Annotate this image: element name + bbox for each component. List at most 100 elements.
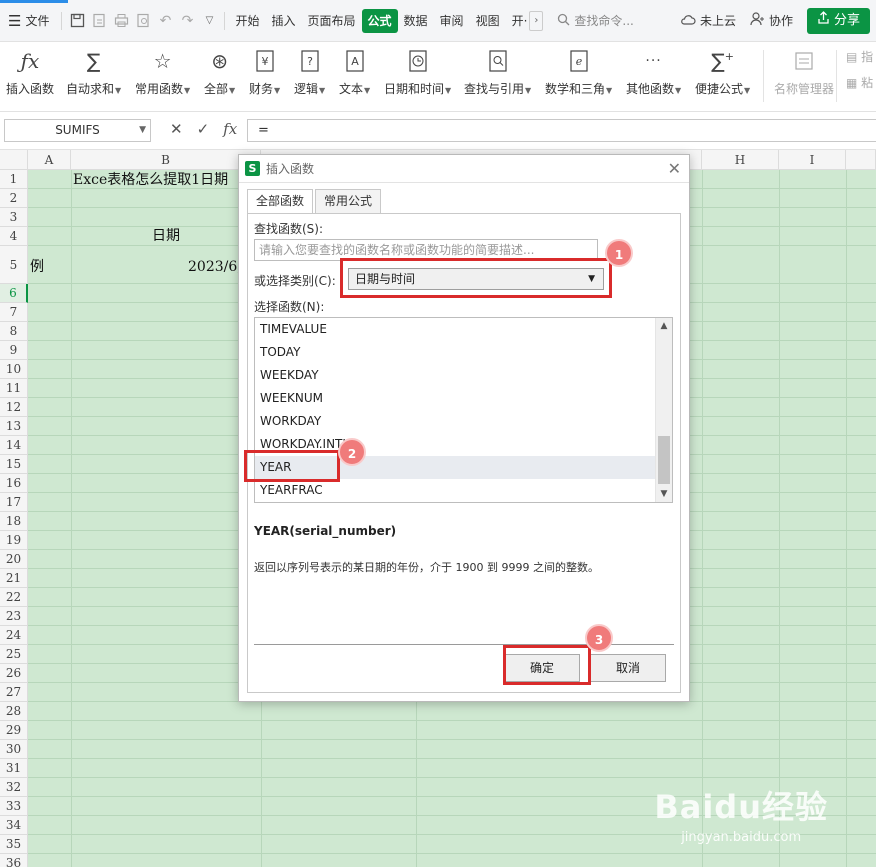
chevron-right-icon[interactable]: › xyxy=(529,10,544,31)
tab-home[interactable]: 开始 xyxy=(229,9,265,33)
list-item[interactable]: YEARFRAC xyxy=(255,479,655,502)
row-header-25[interactable]: 25 xyxy=(0,645,28,664)
print-preview-icon[interactable] xyxy=(132,10,154,32)
column-header-j-partial[interactable] xyxy=(846,150,876,170)
quick-formula-button[interactable]: ∑ + 便捷公式▼ xyxy=(695,46,750,106)
tab-review[interactable]: 审阅 xyxy=(434,9,470,33)
list-item[interactable]: TODAY xyxy=(255,341,655,364)
list-item[interactable]: WEEKNUM xyxy=(255,387,655,410)
row-header-27[interactable]: 27 xyxy=(0,683,28,702)
customize-quick-access-icon[interactable]: ▽ xyxy=(198,10,220,32)
formula-input[interactable]: = xyxy=(247,119,876,142)
cell-a5[interactable]: 例 xyxy=(30,256,44,278)
row-header-31[interactable]: 31 xyxy=(0,759,28,778)
chevron-down-icon[interactable]: ▼ xyxy=(656,486,672,502)
row-header-23[interactable]: 23 xyxy=(0,607,28,626)
cancel-formula-icon[interactable]: ✕ xyxy=(170,120,183,138)
row-header-29[interactable]: 29 xyxy=(0,721,28,740)
row-header-2[interactable]: 2 xyxy=(0,189,28,208)
column-header-i[interactable]: I xyxy=(779,150,846,170)
row-header-8[interactable]: 8 xyxy=(0,322,28,341)
row-header-1[interactable]: 1 xyxy=(0,170,28,189)
row-header-28[interactable]: 28 xyxy=(0,702,28,721)
row-header-5[interactable]: 5 xyxy=(0,246,28,284)
math-trig-button[interactable]: e 数学和三角▼ xyxy=(545,46,612,106)
row-header-32[interactable]: 32 xyxy=(0,778,28,797)
confirm-formula-icon[interactable]: ✓ xyxy=(197,120,210,138)
tab-page-layout[interactable]: 页面布局 xyxy=(302,9,362,33)
row-header-7[interactable]: 7 xyxy=(0,303,28,322)
row-header-11[interactable]: 11 xyxy=(0,379,28,398)
lookup-reference-button[interactable]: 查找与引用▼ xyxy=(464,46,531,106)
scroll-thumb[interactable] xyxy=(658,436,670,484)
chevron-up-icon[interactable]: ▲ xyxy=(656,318,672,334)
logical-button[interactable]: ? 逻辑▼ xyxy=(294,46,325,106)
tab-view[interactable]: 视图 xyxy=(470,9,506,33)
command-search[interactable]: 查找命令... xyxy=(557,12,657,29)
other-functions-button[interactable]: ··· 其他函数▼ xyxy=(626,46,681,106)
row-header-36[interactable]: 36 xyxy=(0,854,28,867)
row-header-6[interactable]: 6 xyxy=(0,284,28,303)
row-header-15[interactable]: 15 xyxy=(0,455,28,474)
row-header-9[interactable]: 9 xyxy=(0,341,28,360)
name-manager-button[interactable]: 名称管理器 xyxy=(774,46,834,106)
tab-all-functions[interactable]: 全部函数 xyxy=(247,189,314,214)
redo-icon[interactable]: ↷ xyxy=(176,10,198,32)
row-header-19[interactable]: 19 xyxy=(0,531,28,550)
row-header-14[interactable]: 14 xyxy=(0,436,28,455)
all-functions-button[interactable]: ⊛ 全部▼ xyxy=(204,46,235,106)
row-header-34[interactable]: 34 xyxy=(0,816,28,835)
cell-b5[interactable]: 2023/6, xyxy=(188,256,242,278)
row-header-33[interactable]: 33 xyxy=(0,797,28,816)
tab-developer-truncated[interactable]: 开· xyxy=(506,9,528,33)
name-box[interactable]: SUMIFS ▼ xyxy=(4,119,151,142)
list-item[interactable]: TIMEVALUE xyxy=(255,318,655,341)
row-header-12[interactable]: 12 xyxy=(0,398,28,417)
share-button[interactable]: 分享 xyxy=(806,7,870,34)
print-icon[interactable] xyxy=(110,10,132,32)
select-all-corner[interactable] xyxy=(0,150,28,170)
row-header-35[interactable]: 35 xyxy=(0,835,28,854)
row-header-30[interactable]: 30 xyxy=(0,740,28,759)
list-item[interactable]: WEEKDAY xyxy=(255,364,655,387)
cell-b1[interactable]: Exce表格怎么提取1日期 xyxy=(73,170,228,190)
column-header-b[interactable]: B xyxy=(71,150,261,170)
tab-formulas[interactable]: 公式 xyxy=(361,8,398,33)
tab-insert[interactable]: 插入 xyxy=(265,9,301,33)
collaborate-button[interactable]: 协作 xyxy=(750,12,793,29)
truncated-ribbon-item-1[interactable]: ▤ 指 xyxy=(846,48,873,65)
truncated-ribbon-item-2[interactable]: ▦ 粘 xyxy=(846,74,873,91)
function-list-scrollbar[interactable]: ▲ ▼ xyxy=(655,318,672,502)
row-header-4[interactable]: 4 xyxy=(0,227,28,246)
row-header-21[interactable]: 21 xyxy=(0,569,28,588)
cell-b4[interactable]: 日期 xyxy=(152,226,180,246)
row-header-26[interactable]: 26 xyxy=(0,664,28,683)
fx-icon[interactable]: fx xyxy=(223,120,237,138)
list-item[interactable]: WORKDAY xyxy=(255,410,655,433)
insert-function-button[interactable]: ƒx 插入函数 xyxy=(6,46,54,106)
file-menu-button[interactable]: ☰ 文件 xyxy=(0,0,57,42)
row-header-17[interactable]: 17 xyxy=(0,493,28,512)
undo-icon[interactable]: ↶ xyxy=(154,10,176,32)
row-header-13[interactable]: 13 xyxy=(0,417,28,436)
cancel-button[interactable]: 取消 xyxy=(590,654,666,682)
close-icon[interactable]: ✕ xyxy=(668,159,681,178)
row-header-10[interactable]: 10 xyxy=(0,360,28,379)
column-header-h[interactable]: H xyxy=(702,150,779,170)
autosum-button[interactable]: ∑ 自动求和▼ xyxy=(66,46,121,106)
row-header-16[interactable]: 16 xyxy=(0,474,28,493)
row-header-18[interactable]: 18 xyxy=(0,512,28,531)
cloud-status[interactable]: 未上云 xyxy=(680,12,736,29)
financial-button[interactable]: ¥ 财务▼ xyxy=(249,46,280,106)
export-icon[interactable] xyxy=(88,10,110,32)
text-button[interactable]: A 文本▼ xyxy=(339,46,370,106)
save-icon[interactable] xyxy=(66,10,88,32)
common-functions-button[interactable]: ☆ 常用函数▼ xyxy=(135,46,190,106)
row-header-20[interactable]: 20 xyxy=(0,550,28,569)
row-header-24[interactable]: 24 xyxy=(0,626,28,645)
column-header-a[interactable]: A xyxy=(28,150,71,170)
tab-common-formulas[interactable]: 常用公式 xyxy=(315,189,382,213)
row-header-22[interactable]: 22 xyxy=(0,588,28,607)
date-time-button[interactable]: 日期和时间▼ xyxy=(384,46,451,106)
row-header-3[interactable]: 3 xyxy=(0,208,28,227)
